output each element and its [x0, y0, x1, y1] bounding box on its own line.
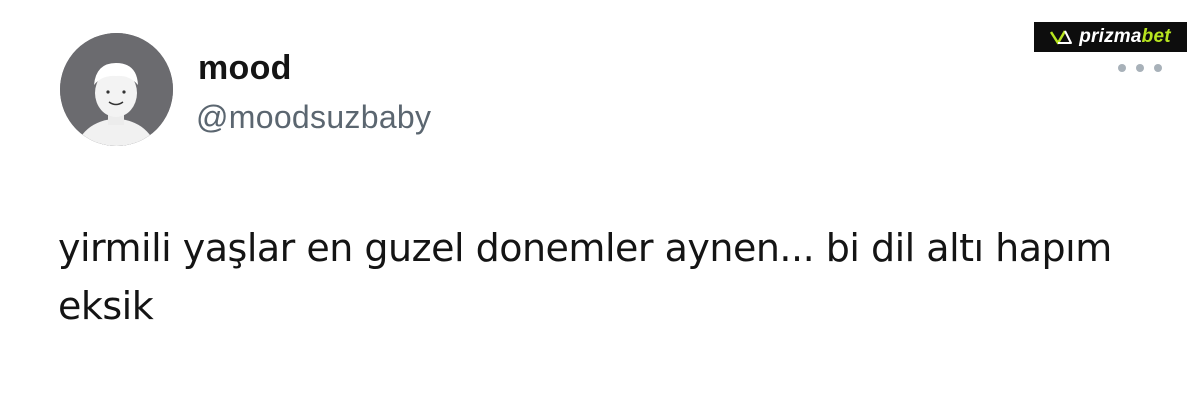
brand-accent: bet: [1141, 26, 1171, 47]
avatar[interactable]: [60, 33, 173, 146]
brand-watermark: prizmabet: [1034, 22, 1187, 52]
avatar-icon: [60, 33, 173, 146]
more-horizontal-icon: [1136, 64, 1144, 72]
tweet-text-line: eksik: [58, 284, 154, 328]
display-name[interactable]: mood: [198, 44, 292, 92]
more-horizontal-icon: [1118, 64, 1126, 72]
tweet-text-line: yirmili yaşlar en guzel donemler aynen..…: [58, 226, 1112, 270]
prizma-logo-icon: [1050, 28, 1076, 46]
user-handle[interactable]: @moodsuzbaby: [196, 95, 431, 139]
more-options-button[interactable]: [1118, 58, 1162, 78]
tweet-card: mood @moodsuzbaby prizmabet yirmili yaşl…: [0, 0, 1200, 400]
brand-main: prizma: [1079, 26, 1142, 47]
tweet-text: yirmili yaşlar en guzel donemler aynen..…: [58, 219, 1168, 335]
more-horizontal-icon: [1154, 64, 1162, 72]
brand-text: prizmabet: [1079, 26, 1171, 48]
